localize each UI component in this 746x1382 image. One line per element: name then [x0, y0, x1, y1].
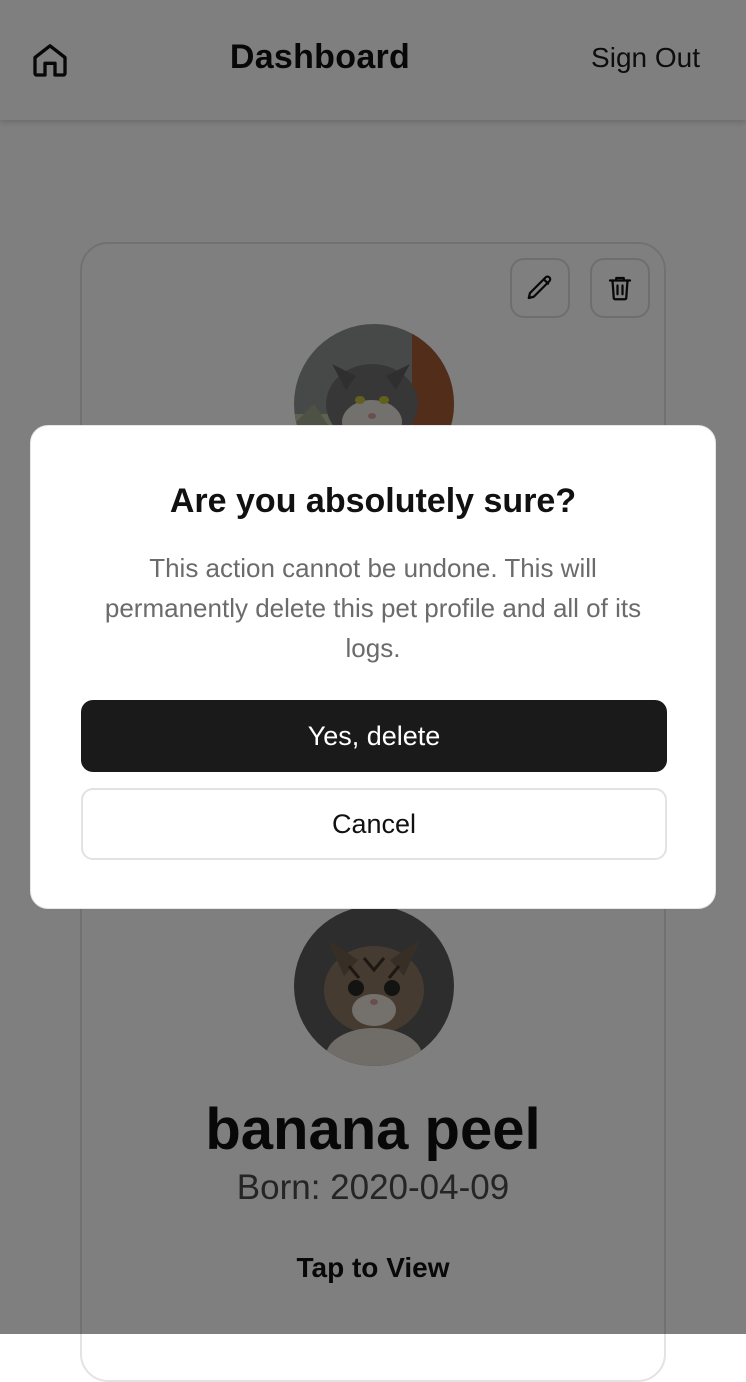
confirm-delete-button[interactable]: Yes, delete — [81, 700, 667, 772]
dialog-title: Are you absolutely sure? — [169, 482, 577, 520]
cancel-button[interactable]: Cancel — [81, 788, 667, 860]
delete-confirm-dialog: Are you absolutely sure? This action can… — [30, 425, 716, 909]
dialog-description: This action cannot be undone. This will … — [104, 553, 642, 663]
